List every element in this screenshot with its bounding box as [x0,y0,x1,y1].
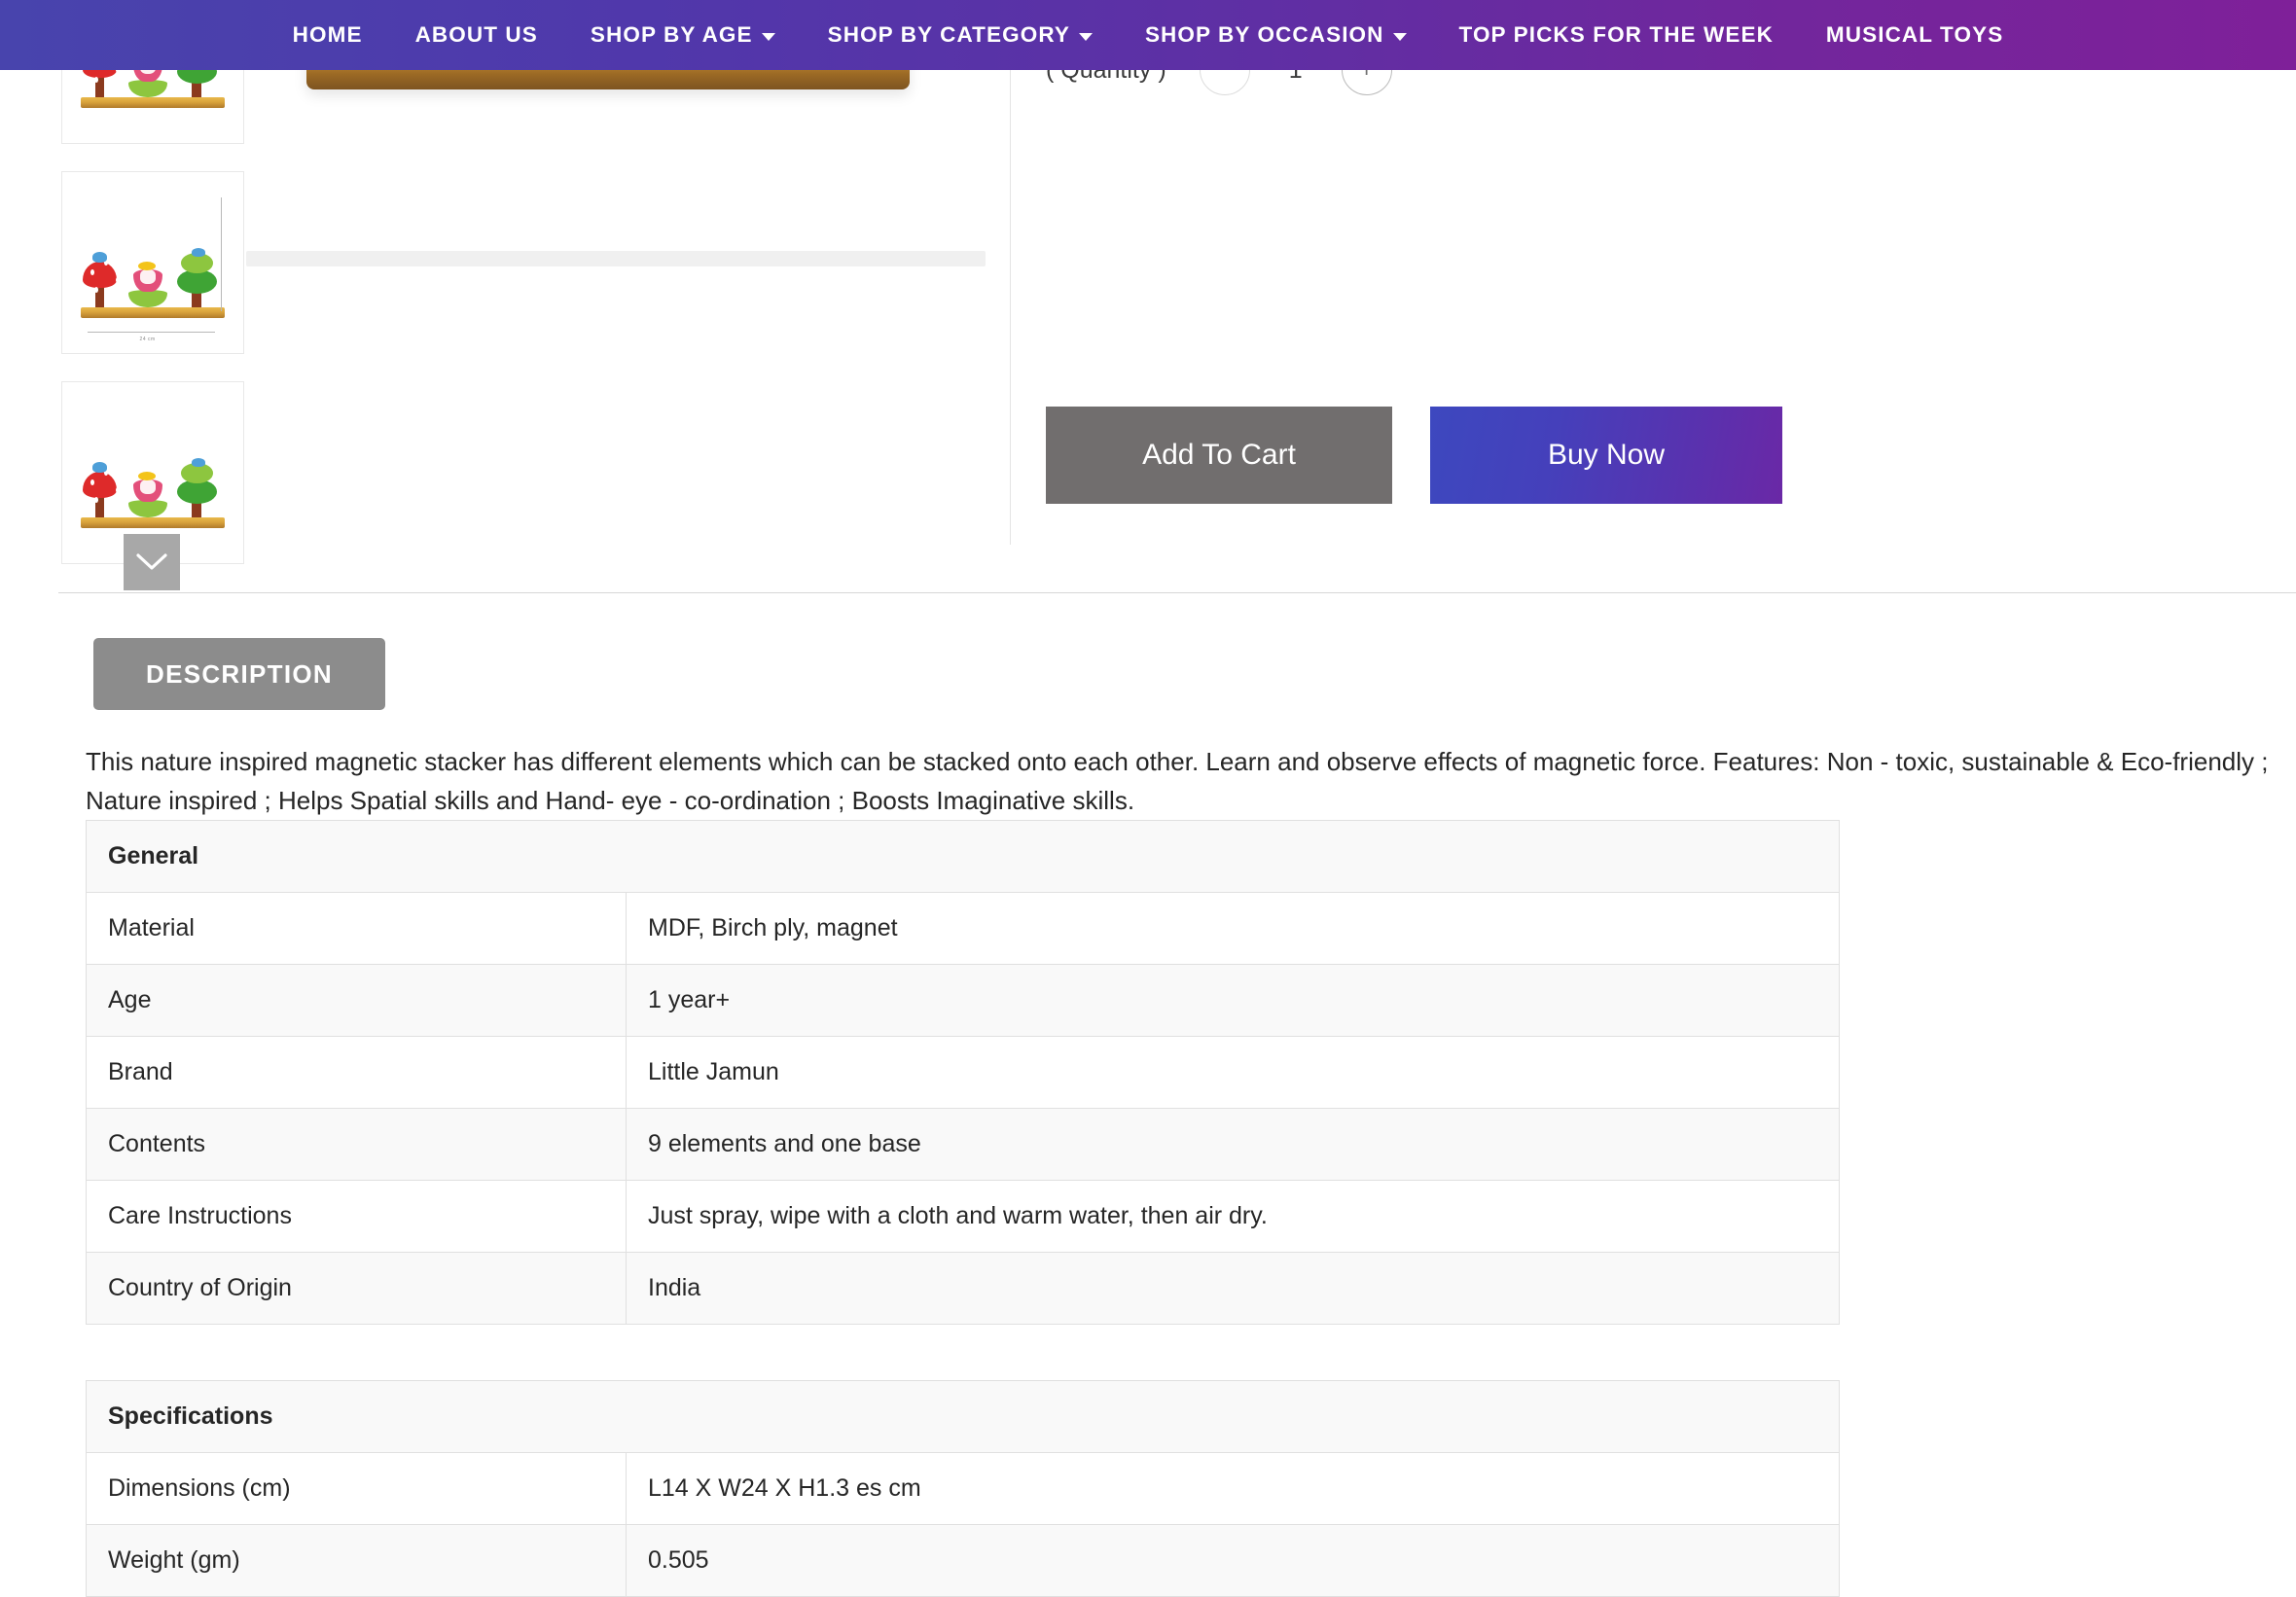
table-cell-value: India [627,1253,1840,1325]
table-cell-label: Country of Origin [87,1253,627,1325]
general-table: General Material MDF, Birch ply, magnet … [86,820,1840,1325]
table-row: Weight (gm) 0.505 [87,1525,1840,1597]
table-cell-value: 1 year+ [627,965,1840,1037]
main-navigation: HOME ABOUT US SHOP BY AGE SHOP BY CATEGO… [0,0,2296,70]
specifications-table: Specifications Dimensions (cm) L14 X W24… [86,1380,1840,1597]
table-row: Brand Little Jamun [87,1037,1840,1109]
table-cell-value: 9 elements and one base [627,1109,1840,1181]
image-zoom-slider[interactable] [246,251,986,266]
nav-item-about-us[interactable]: ABOUT US [389,0,564,70]
table-cell-label: Dimensions (cm) [87,1453,627,1525]
thumbnail-image [71,391,234,554]
thumbnail-gallery: 24 cm [61,0,244,591]
table-cell-label: Brand [87,1037,627,1109]
chevron-down-icon [1079,33,1093,41]
table-header-row: General [87,821,1840,893]
dimension-label: 24 cm [140,337,156,342]
nav-item-musical-toys[interactable]: MUSICAL TOYS [1800,0,2029,70]
nav-item-top-picks[interactable]: TOP PICKS FOR THE WEEK [1433,0,1800,70]
chevron-down-icon [762,33,775,41]
purchase-panel: ( Quantity ) − 1 + Add To Cart Buy Now [1010,0,2080,545]
table-title: Specifications [87,1381,1840,1453]
nav-item-label: HOME [293,0,363,70]
table-row: Material MDF, Birch ply, magnet [87,893,1840,965]
nav-item-shop-by-occasion[interactable]: SHOP BY OCCASION [1119,0,1433,70]
nav-item-label: SHOP BY OCCASION [1145,0,1384,70]
toy-illustration [71,217,234,318]
toy-illustration [71,427,234,528]
section-divider [58,592,2296,593]
table-cell-value: Little Jamun [627,1037,1840,1109]
table-cell-value: Just spray, wipe with a cloth and warm w… [627,1181,1840,1253]
table-row: Country of Origin India [87,1253,1840,1325]
table-title: General [87,821,1840,893]
table-cell-label: Weight (gm) [87,1525,627,1597]
buy-now-button[interactable]: Buy Now [1430,407,1782,504]
nav-item-label: SHOP BY CATEGORY [828,0,1070,70]
nav-item-label: SHOP BY AGE [591,0,753,70]
thumbnail-item[interactable]: 24 cm [61,171,244,354]
table-row: Contents 9 elements and one base [87,1109,1840,1181]
table-cell-label: Contents [87,1109,627,1181]
dimension-line-horizontal [88,332,215,333]
description-body: This nature inspired magnetic stacker ha… [86,742,2294,820]
nav-item-shop-by-category[interactable]: SHOP BY CATEGORY [802,0,1119,70]
thumbnail-scroll-down-button[interactable] [124,534,180,590]
chevron-down-icon [1393,33,1407,41]
add-to-cart-button[interactable]: Add To Cart [1046,407,1392,504]
table-cell-label: Material [87,893,627,965]
nav-item-label: ABOUT US [415,0,538,70]
nav-item-shop-by-age[interactable]: SHOP BY AGE [564,0,802,70]
product-detail-section: 24 cm [0,0,2296,593]
purchase-actions: Add To Cart Buy Now [1046,407,1782,504]
table-cell-value: 0.505 [627,1525,1840,1597]
thumbnail-image: 24 cm [71,181,234,344]
nav-item-label: TOP PICKS FOR THE WEEK [1459,0,1774,70]
description-section: DESCRIPTION This nature inspired magneti… [0,638,2296,1597]
table-row: Age 1 year+ [87,965,1840,1037]
table-cell-value: MDF, Birch ply, magnet [627,893,1840,965]
table-row: Dimensions (cm) L14 X W24 X H1.3 es cm [87,1453,1840,1525]
chevron-down-icon [135,552,168,572]
table-row: Care Instructions Just spray, wipe with … [87,1181,1840,1253]
tab-description[interactable]: DESCRIPTION [93,638,385,710]
table-cell-label: Care Instructions [87,1181,627,1253]
nav-item-home[interactable]: HOME [267,0,389,70]
table-cell-label: Age [87,965,627,1037]
table-header-row: Specifications [87,1381,1840,1453]
nav-item-label: MUSICAL TOYS [1826,0,2003,70]
dimension-line-vertical [221,197,222,312]
table-cell-value: L14 X W24 X H1.3 es cm [627,1453,1840,1525]
